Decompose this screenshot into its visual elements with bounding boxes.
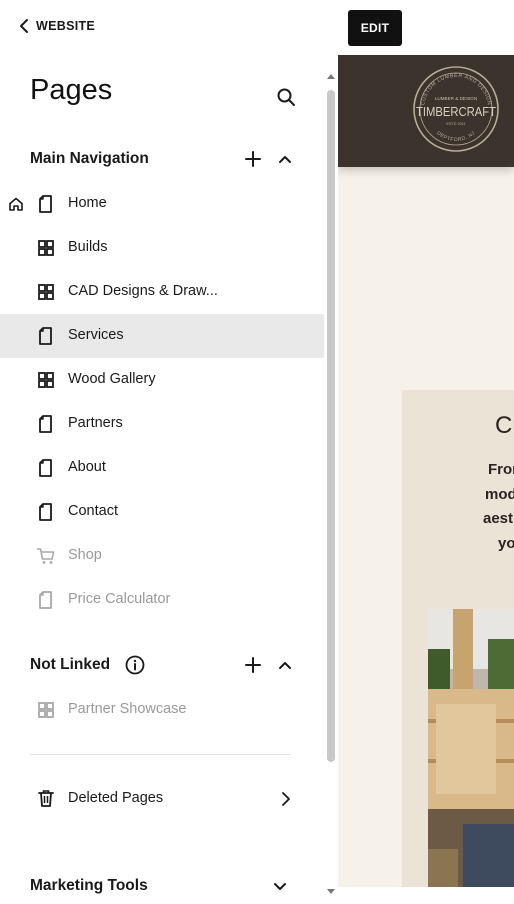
chevron-left-icon: [20, 19, 28, 33]
page-item-partners[interactable]: Partners: [0, 402, 324, 446]
logo-brand: TIMBERCRAFT: [416, 104, 496, 119]
page-item-cad-designs-draw[interactable]: CAD Designs & Draw...: [0, 270, 324, 314]
scroll-up-arrow-icon[interactable]: [326, 72, 336, 80]
page-item-about[interactable]: About: [0, 446, 324, 490]
page-item-label: Shop: [68, 547, 102, 563]
preview-bottom-bar: [338, 887, 514, 904]
page-item-wood-gallery[interactable]: Wood Gallery: [0, 358, 324, 402]
workshop-photo: [428, 609, 514, 887]
paragraph-line: Fron: [488, 461, 514, 478]
scroll-down-arrow-icon[interactable]: [326, 888, 336, 896]
page-item-shop[interactable]: Shop: [0, 534, 324, 578]
deleted-pages-label: Deleted Pages: [68, 790, 164, 806]
page-title: Pages: [30, 74, 113, 106]
page-icon: [39, 415, 52, 433]
logo-subtitle: LUMBER & DESIGN: [435, 96, 477, 101]
collapse-not-linked-icon[interactable]: [277, 657, 293, 673]
chevron-down-icon: [274, 883, 286, 890]
paragraph-line: mod: [485, 485, 514, 503]
page-item-price-calculator[interactable]: Price Calculator: [0, 578, 324, 622]
page-icon: [39, 459, 52, 477]
timbercraft-logo[interactable]: CUSTOM LUMBER AND DESIGN LUMBER & DESIGN…: [410, 63, 502, 155]
grid-icon: [38, 240, 54, 256]
grid-icon: [38, 372, 54, 388]
main-navigation-label: Main Navigation: [30, 150, 149, 167]
page-item-builds[interactable]: Builds: [0, 226, 324, 270]
info-icon[interactable]: [125, 655, 145, 675]
page-item-label: Price Calculator: [68, 591, 171, 607]
page-item-label: Wood Gallery: [68, 371, 156, 387]
trash-icon: [38, 790, 54, 807]
page-icon: [39, 327, 52, 345]
grid-icon: [38, 702, 54, 718]
chevron-right-icon: [282, 792, 290, 806]
cart-icon: [36, 548, 55, 564]
logo-est: ESTD 2011: [446, 122, 465, 126]
site-preview: CUSTOM LUMBER AND DESIGN LUMBER & DESIGN…: [338, 55, 514, 887]
edit-button[interactable]: EDIT: [348, 10, 402, 46]
main-navigation-header: Main Navigation: [30, 147, 300, 171]
page-item-label: CAD Designs & Draw...: [68, 283, 218, 299]
site-header: CUSTOM LUMBER AND DESIGN LUMBER & DESIGN…: [338, 55, 514, 167]
add-unlinked-page-icon[interactable]: [243, 655, 263, 675]
pages-panel: WEBSITE Pages Main Navigation Home Builds…: [0, 0, 324, 904]
page-item-label: Home: [68, 195, 107, 211]
page-icon: [39, 591, 52, 609]
page-icon: [39, 195, 52, 213]
collapse-main-navigation-icon[interactable]: [277, 151, 293, 167]
not-linked-label: Not Linked: [30, 656, 111, 673]
lumber-photo-image: [428, 609, 514, 887]
deleted-pages-item[interactable]: Deleted Pages: [0, 776, 324, 820]
page-item-services[interactable]: Services: [0, 314, 324, 358]
panel-scrollbar-thumb[interactable]: [327, 90, 335, 762]
page-item-home[interactable]: Home: [0, 182, 324, 226]
svg-text:DEPTFORD, NJ: DEPTFORD, NJ: [435, 130, 476, 143]
page-icon: [39, 503, 52, 521]
page-item-label: Partners: [68, 415, 123, 431]
logo-location: DEPTFORD, NJ: [435, 130, 476, 143]
paragraph-line: aest: [483, 510, 514, 527]
add-page-icon[interactable]: [243, 149, 263, 169]
card-paragraph: Fron mod aest yo: [483, 458, 514, 556]
page-item-contact[interactable]: Contact: [0, 490, 324, 534]
page-item-label: Builds: [68, 239, 108, 255]
page-item-partner-showcase[interactable]: Partner Showcase: [0, 688, 324, 732]
not-linked-header: Not Linked: [30, 653, 300, 677]
card-heading: Cu: [495, 412, 514, 439]
marketing-tools-header[interactable]: Marketing Tools: [30, 874, 300, 898]
page-item-label: Services: [68, 327, 124, 343]
marketing-tools-label: Marketing Tools: [30, 877, 148, 894]
page-item-label: Partner Showcase: [68, 701, 187, 717]
search-icon[interactable]: [275, 86, 297, 108]
divider: [30, 754, 291, 755]
back-to-website-link[interactable]: WEBSITE: [18, 18, 95, 34]
home-icon: [9, 197, 23, 211]
page-item-label: About: [68, 459, 106, 475]
paragraph-line: yo: [498, 534, 514, 552]
back-label: WEBSITE: [36, 19, 96, 33]
page-item-label: Contact: [68, 503, 118, 519]
grid-icon: [38, 284, 54, 300]
